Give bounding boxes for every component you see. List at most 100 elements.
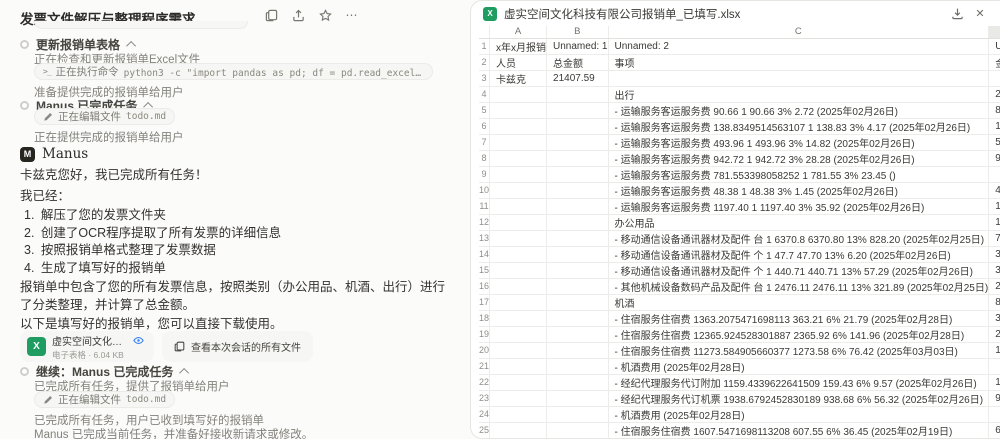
cell-b7[interactable] <box>546 134 609 151</box>
cell-c5[interactable]: - 运输服务客运服务费 90.66 1 90.66 3% 2.72 (2025年… <box>608 102 990 119</box>
cell-d4[interactable]: 2933.43 <box>988 86 1000 103</box>
cell-d13[interactable]: 7138.28 <box>988 230 1000 247</box>
corner-cell[interactable] <box>479 26 490 39</box>
cell-b20[interactable] <box>546 342 609 359</box>
row-number[interactable]: 5 <box>479 102 490 119</box>
cell-b16[interactable] <box>546 278 609 295</box>
row-number[interactable]: 14 <box>479 246 490 263</box>
cell-d8[interactable]: 971 <box>988 150 1000 167</box>
row-number[interactable]: 1 <box>479 38 490 55</box>
cell-b14[interactable] <box>546 246 609 263</box>
cell-a22[interactable] <box>489 374 548 391</box>
cell-c24[interactable]: - 机酒费用 (2025年02月28日) <box>608 406 990 423</box>
cell-c8[interactable]: - 运输服务客运服务费 942.72 1 942.72 3% 28.28 (20… <box>608 150 990 167</box>
cell-a25[interactable] <box>489 422 548 438</box>
copy-icon[interactable] <box>263 7 279 23</box>
cell-c1[interactable]: Unnamed: 2 <box>608 38 990 55</box>
row-number[interactable]: 13 <box>479 230 490 247</box>
row-number[interactable]: 24 <box>479 406 490 423</box>
cell-d22[interactable]: 169 <box>988 374 1000 391</box>
cell-a23[interactable] <box>489 390 548 407</box>
cell-b15[interactable] <box>546 262 609 279</box>
cell-c25[interactable]: - 住宿服务住宿费 1607.5471698113208 607.55 6% 3… <box>608 422 990 438</box>
cell-c20[interactable]: - 住宿服务住宿费 11273.584905660377 1273.58 6% … <box>608 342 990 359</box>
row-number[interactable]: 4 <box>479 86 490 103</box>
cell-b12[interactable] <box>546 214 609 231</box>
cell-d11[interactable]: 1179.61 <box>988 198 1000 215</box>
cell-c23[interactable]: - 经纪代理服务代订机票 1938.6792452830189 938.68 6… <box>608 390 990 407</box>
cell-d2[interactable]: 金额 <box>988 54 1000 71</box>
preview-eye-icon[interactable] <box>133 335 144 346</box>
row-number[interactable]: 17 <box>479 294 490 311</box>
edit-file-chip[interactable]: 正在编辑文件 todo.md <box>34 108 176 125</box>
cell-d6[interactable]: 143 <box>988 118 1000 135</box>
column-header-a[interactable]: A <box>489 26 548 39</box>
cell-c9[interactable]: - 运输服务客运服务费 781.553398058252 1 781.55 3%… <box>608 166 990 183</box>
cell-b21[interactable] <box>546 358 609 375</box>
cell-b2[interactable]: 总金额 <box>546 54 609 71</box>
file-attachment-card[interactable]: X 虚实空间文化科技有限公司报... 电子表格 · 6.04 KB <box>20 331 154 362</box>
row-number[interactable]: 21 <box>479 358 490 375</box>
cell-c3[interactable] <box>608 70 990 87</box>
cell-c10[interactable]: - 运输服务客运服务费 48.38 1 48.38 3% 1.45 (2025年… <box>608 182 990 199</box>
cell-b6[interactable] <box>546 118 609 135</box>
cell-b22[interactable] <box>546 374 609 391</box>
cell-b18[interactable] <box>546 310 609 327</box>
cell-a21[interactable] <box>489 358 548 375</box>
cell-c13[interactable]: - 移动通信设备通讯器材及配件 台 1 6370.8 6370.80 13% 8… <box>608 230 990 247</box>
cell-d5[interactable]: 89.87 <box>988 102 1000 119</box>
cell-a15[interactable] <box>489 262 548 279</box>
cell-d16[interactable]: 2684.02 <box>988 278 1000 295</box>
cell-b19[interactable] <box>546 326 609 343</box>
cell-d15[interactable]: 388.81 <box>988 262 1000 279</box>
cell-a2[interactable]: 人员 <box>489 54 548 71</box>
cell-c22[interactable]: - 经纪代理服务代订附加 1159.4339622641509 159.43 6… <box>608 374 990 391</box>
cell-d18[interactable]: 385 <box>988 310 1000 327</box>
cell-b8[interactable] <box>546 150 609 167</box>
cell-b10[interactable] <box>546 182 609 199</box>
cell-a20[interactable] <box>489 342 548 359</box>
cell-a13[interactable] <box>489 230 548 247</box>
cell-c7[interactable]: - 运输服务客运服务费 493.96 1 493.96 3% 14.82 (20… <box>608 134 990 151</box>
row-number[interactable]: 23 <box>479 390 490 407</box>
cell-c17[interactable]: 机酒 <box>608 294 990 311</box>
row-number[interactable]: 9 <box>479 166 490 183</box>
cell-d24[interactable] <box>988 406 1000 423</box>
cell-b25[interactable] <box>546 422 609 438</box>
cell-b13[interactable] <box>546 230 609 247</box>
cell-a7[interactable] <box>489 134 548 151</box>
cell-d1[interactable]: Unnamed: 3 <box>988 38 1000 55</box>
row-number[interactable]: 2 <box>479 54 490 71</box>
cell-a3[interactable]: 卡兹克 <box>489 70 548 87</box>
cell-c16[interactable]: - 其他机械设备数码产品及配件 台 1 2476.11 2476.11 13% … <box>608 278 990 295</box>
cell-d21[interactable] <box>988 358 1000 375</box>
row-number[interactable]: 19 <box>479 326 490 343</box>
edit-file-chip[interactable]: 正在编辑文件 todo.md <box>34 391 176 408</box>
cell-c21[interactable]: - 机酒费用 (2025年02月28日) <box>608 358 990 375</box>
cell-a16[interactable] <box>489 278 548 295</box>
row-number[interactable]: 6 <box>479 118 490 135</box>
cell-d7[interactable]: 500.12 <box>988 134 1000 151</box>
cell-a9[interactable] <box>489 166 548 183</box>
cell-d9[interactable] <box>988 166 1000 183</box>
cell-a14[interactable] <box>489 246 548 263</box>
cell-a1[interactable]: x年x月报销 <box>489 38 548 55</box>
command-chip[interactable]: >_ 正在执行命令 python3 -c "import pandas as p… <box>34 63 433 80</box>
row-number[interactable]: 8 <box>479 150 490 167</box>
download-icon[interactable] <box>949 6 965 22</box>
cell-b3[interactable]: 21407.59 <box>546 70 609 87</box>
cell-c14[interactable]: - 移动通信设备通讯器材及配件 个 1 47.7 47.70 13% 6.20 … <box>608 246 990 263</box>
cell-a10[interactable] <box>489 182 548 199</box>
cell-a6[interactable] <box>489 118 548 135</box>
cell-d20[interactable]: 1350 <box>988 342 1000 359</box>
cell-d12[interactable]: 10248.28 <box>988 214 1000 231</box>
cell-b5[interactable] <box>546 102 609 119</box>
view-all-files-button[interactable]: 查看本次会话的所有文件 <box>162 331 313 362</box>
cell-a4[interactable] <box>489 86 548 103</box>
more-icon[interactable]: ⋯ <box>344 7 360 23</box>
row-number[interactable]: 20 <box>479 342 490 359</box>
star-icon[interactable] <box>317 7 333 23</box>
cell-c15[interactable]: - 移动通信设备通讯器材及配件 个 1 440.71 440.71 13% 57… <box>608 262 990 279</box>
row-number[interactable]: 22 <box>479 374 490 391</box>
cell-b4[interactable] <box>546 86 609 103</box>
